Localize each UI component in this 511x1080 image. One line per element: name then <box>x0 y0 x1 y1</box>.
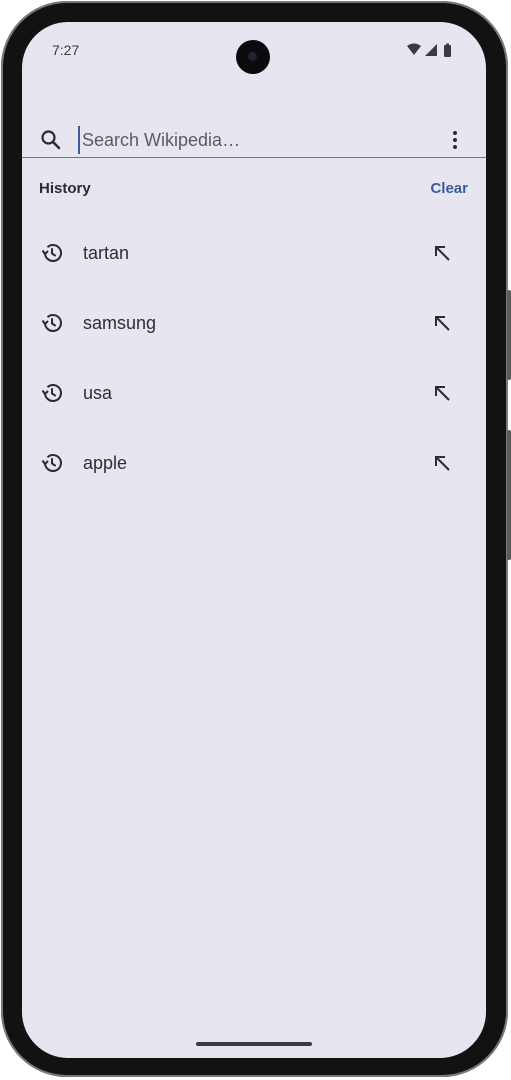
screen: 7:27 History Clear tartan <box>22 22 486 1058</box>
history-icon <box>41 314 62 332</box>
arrow-up-left-icon[interactable] <box>430 451 454 475</box>
history-item-label: usa <box>83 383 113 403</box>
search-divider <box>22 157 486 158</box>
search-bar <box>22 102 486 158</box>
power-button <box>507 430 511 560</box>
search-icon[interactable] <box>39 128 63 152</box>
volume-button <box>507 290 511 380</box>
battery-icon <box>444 45 451 57</box>
arrow-up-left-icon[interactable] <box>430 241 454 265</box>
status-time: 7:27 <box>52 42 80 58</box>
history-item[interactable]: samsung <box>22 289 486 359</box>
signal-icon <box>425 44 437 56</box>
history-heading: History <box>39 180 91 197</box>
more-vert-icon[interactable] <box>443 128 467 152</box>
history-icon <box>41 244 62 262</box>
wifi-icon <box>407 43 421 55</box>
history-item[interactable]: apple <box>22 429 486 499</box>
bezel-mark <box>251 1075 257 1077</box>
history-list: tartan samsung usa apple <box>22 219 486 499</box>
clear-history-button[interactable]: Clear <box>430 180 468 197</box>
history-item-label: tartan <box>83 243 130 263</box>
history-item-label: samsung <box>83 313 157 333</box>
history-item[interactable]: usa <box>22 359 486 429</box>
history-item-label: apple <box>83 453 128 473</box>
history-icon <box>41 384 62 402</box>
bezel-mark <box>251 1 257 3</box>
front-camera <box>236 40 270 74</box>
arrow-up-left-icon[interactable] <box>430 311 454 335</box>
history-item[interactable]: tartan <box>22 219 486 289</box>
arrow-up-left-icon[interactable] <box>430 381 454 405</box>
gesture-bar[interactable] <box>196 1042 312 1046</box>
status-icons <box>407 43 451 57</box>
history-icon <box>41 454 62 472</box>
search-input[interactable] <box>78 126 412 154</box>
